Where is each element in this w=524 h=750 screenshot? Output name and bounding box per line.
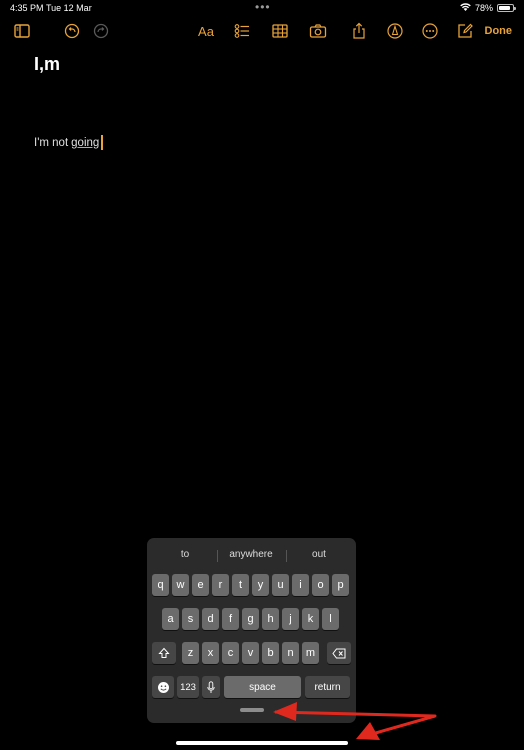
home-indicator[interactable] (176, 741, 348, 745)
annotation-arrow-line (274, 710, 437, 738)
arrowhead-home-bar (356, 722, 380, 740)
annotation-arrows (273, 702, 437, 740)
arrowhead-handle (273, 702, 297, 721)
